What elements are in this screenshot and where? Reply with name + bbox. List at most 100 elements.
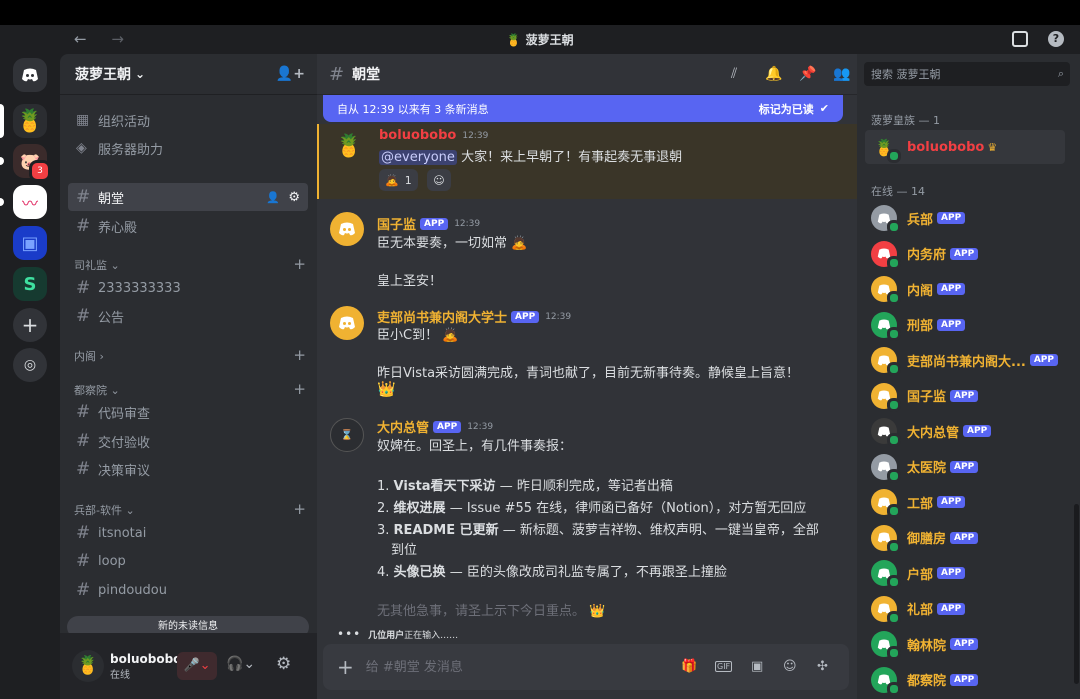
server-icon-4[interactable]: ▣ <box>13 226 47 260</box>
channel-pindoudou[interactable]: # pindoudou <box>68 576 308 604</box>
member-row[interactable]: 吏部尚书兼内阁大... APP <box>865 343 1065 377</box>
sidebar-item-boost[interactable]: ◈ 服务器助力 <box>68 134 308 162</box>
avatar <box>330 212 364 246</box>
message-2: 国子监 APP 12:39 臣无本要奏，一切如常 🙇 皇上圣安！ <box>317 210 857 290</box>
crown-emoji-icon: 👑 <box>377 380 396 398</box>
headset-icon[interactable]: 🎧⌄ <box>226 656 255 672</box>
member-row[interactable]: 内务府 APP <box>865 237 1065 271</box>
online-dot <box>887 255 901 270</box>
threads-icon[interactable]: ⫽ <box>731 66 737 82</box>
attach-plus-icon[interactable]: + <box>337 655 354 679</box>
member-row[interactable]: 礼部 APP <box>865 592 1065 626</box>
message-input[interactable] <box>365 659 666 675</box>
hash-icon: # <box>76 187 91 207</box>
member-row[interactable]: 内阁 APP <box>865 272 1065 306</box>
online-dot <box>887 397 901 412</box>
gift-icon[interactable]: 🎁 <box>681 659 697 674</box>
invite-icon[interactable]: 👤+ <box>276 66 305 82</box>
search-icon[interactable]: ⌕ <box>1058 67 1064 81</box>
channel-交付验收[interactable]: # 交付验收 <box>68 427 308 455</box>
add-reaction-button[interactable]: ☺ <box>427 169 451 191</box>
app-badge: APP <box>950 673 979 686</box>
server-icon-3[interactable]: 〰 <box>13 185 47 219</box>
message-header: 大内总管 APP 12:39 <box>377 417 493 436</box>
sticker-icon[interactable]: ▣ <box>751 659 763 674</box>
new-messages-bar[interactable]: 自从 12:39 以来有 3 条新消息 标记为已读 ✔ <box>323 95 843 122</box>
online-dot <box>887 504 901 518</box>
home-button[interactable] <box>13 58 47 92</box>
gear-icon[interactable]: ⚙ <box>288 190 300 205</box>
member-row[interactable]: 大内总管 APP <box>865 414 1065 448</box>
timestamp: 12:39 <box>454 218 481 229</box>
pin-icon[interactable]: 📌 <box>799 66 816 82</box>
guild-header[interactable]: 菠萝王朝 ⌄ 👤+ <box>60 54 317 95</box>
search-box[interactable]: ⌕ <box>864 62 1070 86</box>
server-icon-菠萝王朝[interactable]: 🍍 <box>13 104 47 138</box>
mute-mic-button[interactable]: 🎤⌄ <box>177 652 217 680</box>
sidebar-item-events[interactable]: ▦ 组织活动 <box>68 106 308 134</box>
server-icon-2[interactable]: 🐷 3 <box>13 144 51 182</box>
member-row[interactable]: 工部 APP <box>865 485 1065 519</box>
app-badge: APP <box>963 425 992 437</box>
add-server-button[interactable]: + <box>13 308 47 342</box>
gear-icon[interactable]: ⚙ <box>276 654 291 674</box>
mention[interactable]: @everyone <box>379 150 457 165</box>
online-dot <box>887 646 901 660</box>
reaction[interactable]: 🙇 1 <box>379 169 418 191</box>
message-text: @everyone 大家！来上早朝了！有事起奏无事退朝 <box>379 150 683 165</box>
message-header: boluobobo 12:39 <box>379 128 488 143</box>
member-boluobobo[interactable]: 🍍 boluobobo ♛ <box>865 130 1065 164</box>
channel-决策审议[interactable]: # 决策审议 <box>68 455 308 483</box>
channel-公告[interactable]: # 公告 <box>68 302 308 330</box>
invite-icon[interactable]: 👤 <box>266 191 280 204</box>
emoji-icon[interactable]: ☺ <box>783 659 797 674</box>
member-row[interactable]: 兵部 APP <box>865 201 1065 235</box>
member-list-icon[interactable]: 👥 <box>833 66 850 82</box>
add-channel-icon[interactable]: + <box>293 380 306 398</box>
channel-代码审查[interactable]: # 代码审查 <box>68 398 308 426</box>
category-内阁[interactable]: 内阁 › + <box>74 346 306 364</box>
category-都察院[interactable]: 都察院 ⌄ + <box>74 380 306 398</box>
mark-read-button[interactable]: 标记为已读 <box>759 101 814 117</box>
message-text: 无其他急事，请圣上示下今日重点。 👑 <box>377 604 606 619</box>
scrollbar[interactable] <box>1074 504 1079 684</box>
message-composer: + 🎁 GIF ▣ ☺ ✣ <box>323 644 849 690</box>
member-row[interactable]: 太医院 APP <box>865 450 1065 484</box>
channel-sidebar: 菠萝王朝 ⌄ 👤+ ▦ 组织活动 ◈ 服务器助力 # 朝堂 👤 ⚙ # 养心殿 司礼监 ⌄ +… <box>60 54 317 699</box>
category-兵部-软件[interactable]: 兵部-软件 ⌄ + <box>74 500 306 518</box>
inbox-icon[interactable] <box>1012 31 1028 47</box>
member-row[interactable]: 都察院 APP <box>865 663 1065 697</box>
channel-itsnotai[interactable]: # itsnotai <box>68 519 308 547</box>
add-channel-icon[interactable]: + <box>293 346 306 364</box>
online-dot <box>887 539 901 554</box>
user-panel: 🍍 boluobobo 在线 🎤⌄ 🎧⌄ ⚙ <box>60 633 317 699</box>
discord-icon <box>22 68 38 82</box>
gif-icon[interactable]: GIF <box>715 661 733 672</box>
channel-2333333333[interactable]: #2333333333 <box>68 274 308 302</box>
unread-pill <box>0 157 4 165</box>
category-司礼监[interactable]: 司礼监 ⌄ + <box>74 255 306 273</box>
channel-loop[interactable]: # loop <box>68 547 308 575</box>
discover-button[interactable]: ◎ <box>13 348 47 382</box>
add-channel-icon[interactable]: + <box>293 255 306 273</box>
author-name[interactable]: 大内总管 <box>377 417 429 436</box>
app-badge: APP <box>937 567 966 579</box>
add-channel-icon[interactable]: + <box>293 500 306 518</box>
author-name[interactable]: boluobobo <box>379 128 456 143</box>
channel-养心殿[interactable]: # 养心殿 <box>68 212 308 240</box>
member-row[interactable]: 刑部 APP <box>865 308 1065 342</box>
bell-icon[interactable]: 🔔 <box>765 66 782 82</box>
server-icon-5[interactable]: S <box>13 267 47 301</box>
search-input[interactable] <box>871 67 1041 81</box>
member-list: ⌕ 菠萝皇族 — 1 🍍 boluobobo ♛ 在线 — 14 兵部APP内务… <box>857 54 1080 699</box>
member-row[interactable]: 御膳房 APP <box>865 521 1065 555</box>
online-dot <box>887 610 901 625</box>
apps-icon[interactable]: ✣ <box>817 659 828 674</box>
avatar[interactable]: 🍍 <box>72 650 104 682</box>
channel-朝堂[interactable]: # 朝堂 👤 ⚙ <box>68 183 308 211</box>
help-icon[interactable]: ? <box>1048 31 1064 47</box>
member-row[interactable]: 国子监 APP <box>865 379 1065 413</box>
member-row[interactable]: 翰林院 APP <box>865 627 1065 661</box>
author-name[interactable]: 国子监 <box>377 214 416 233</box>
member-row[interactable]: 户部 APP <box>865 556 1065 590</box>
